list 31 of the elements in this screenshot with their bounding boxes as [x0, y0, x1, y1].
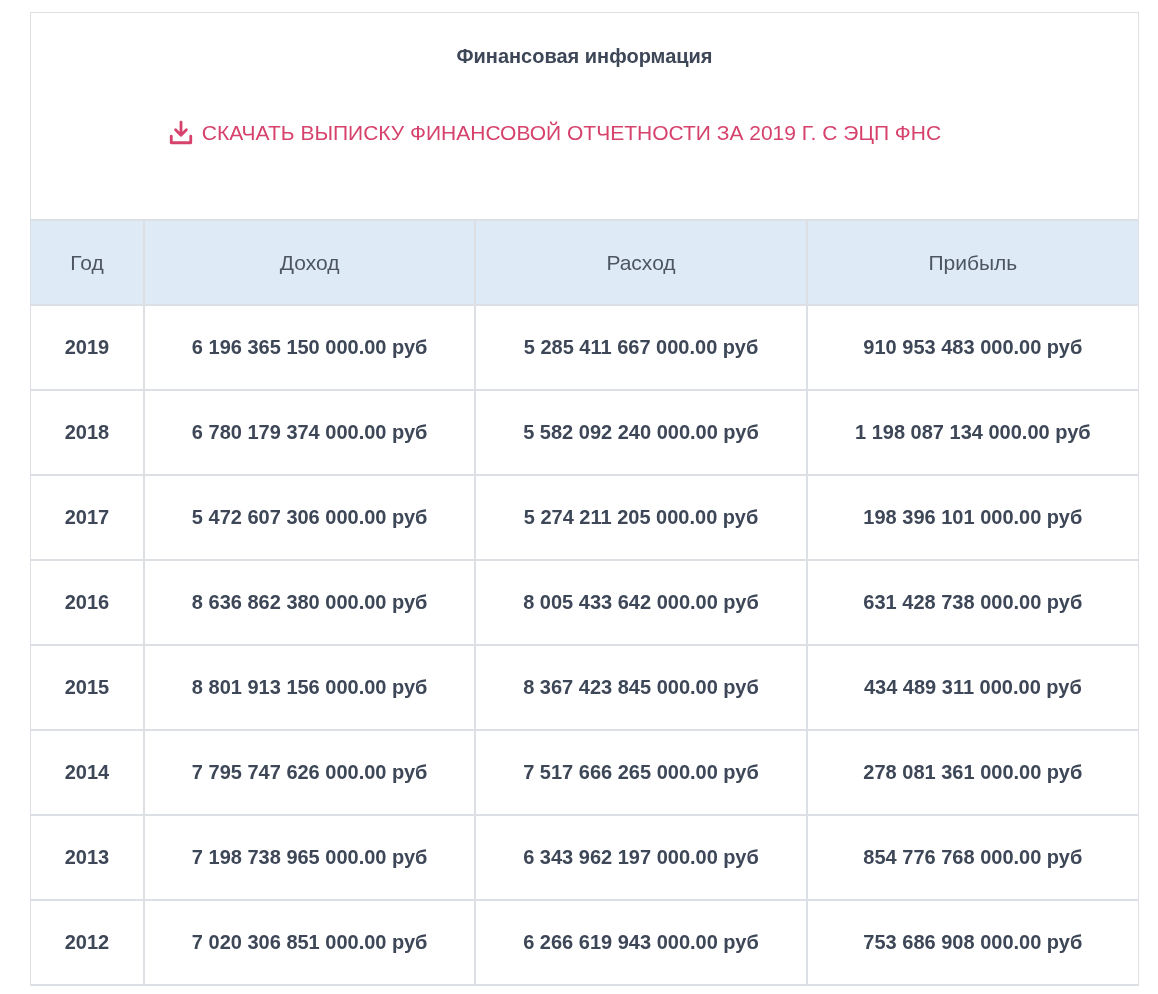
- table-cell: 6 266 619 943 000.00 руб: [475, 900, 807, 985]
- table-cell: 2012: [31, 900, 144, 985]
- table-cell: 8 801 913 156 000.00 руб: [144, 645, 476, 730]
- section-title: Финансовая информация: [456, 44, 713, 68]
- column-header: Расход: [475, 220, 807, 305]
- table-cell: 5 582 092 240 000.00 руб: [475, 390, 807, 475]
- table-cell: 5 472 607 306 000.00 руб: [144, 475, 476, 560]
- table-cell: 5 274 211 205 000.00 руб: [475, 475, 807, 560]
- table-cell: 2016: [31, 560, 144, 645]
- table-cell: 7 517 666 265 000.00 руб: [475, 730, 807, 815]
- table-cell: 6 780 179 374 000.00 руб: [144, 390, 476, 475]
- table-cell: 5 285 411 667 000.00 руб: [475, 305, 807, 390]
- column-header: Год: [31, 220, 144, 305]
- table-cell: 2019: [31, 305, 144, 390]
- table-cell: 8 005 433 642 000.00 руб: [475, 560, 807, 645]
- download-link[interactable]: СКАЧАТЬ ВЫПИСКУ ФИНАНСОВОЙ ОТЧЕТНОСТИ ЗА 2019 Г. С ЭЦП ФНС: [167, 120, 942, 146]
- table-cell: 2017: [31, 475, 144, 560]
- table-cell: 6 343 962 197 000.00 руб: [475, 815, 807, 900]
- table-cell: 2013: [31, 815, 144, 900]
- column-header: Доход: [144, 220, 476, 305]
- table-cell: 2015: [31, 645, 144, 730]
- table-cell: 7 198 738 965 000.00 руб: [144, 815, 476, 900]
- column-header: Прибыль: [806, 220, 1138, 305]
- table-cell: 8 367 423 845 000.00 руб: [475, 645, 807, 730]
- table-cell: 2014: [31, 730, 144, 815]
- table-cell: 2018: [31, 390, 144, 475]
- table-cell: 6 196 365 150 000.00 руб: [144, 305, 476, 390]
- table-cell: 7 020 306 851 000.00 руб: [144, 900, 476, 985]
- download-icon: [167, 120, 194, 146]
- table-cell: 7 795 747 626 000.00 руб: [144, 730, 476, 815]
- table-cell: 8 636 862 380 000.00 руб: [144, 560, 476, 645]
